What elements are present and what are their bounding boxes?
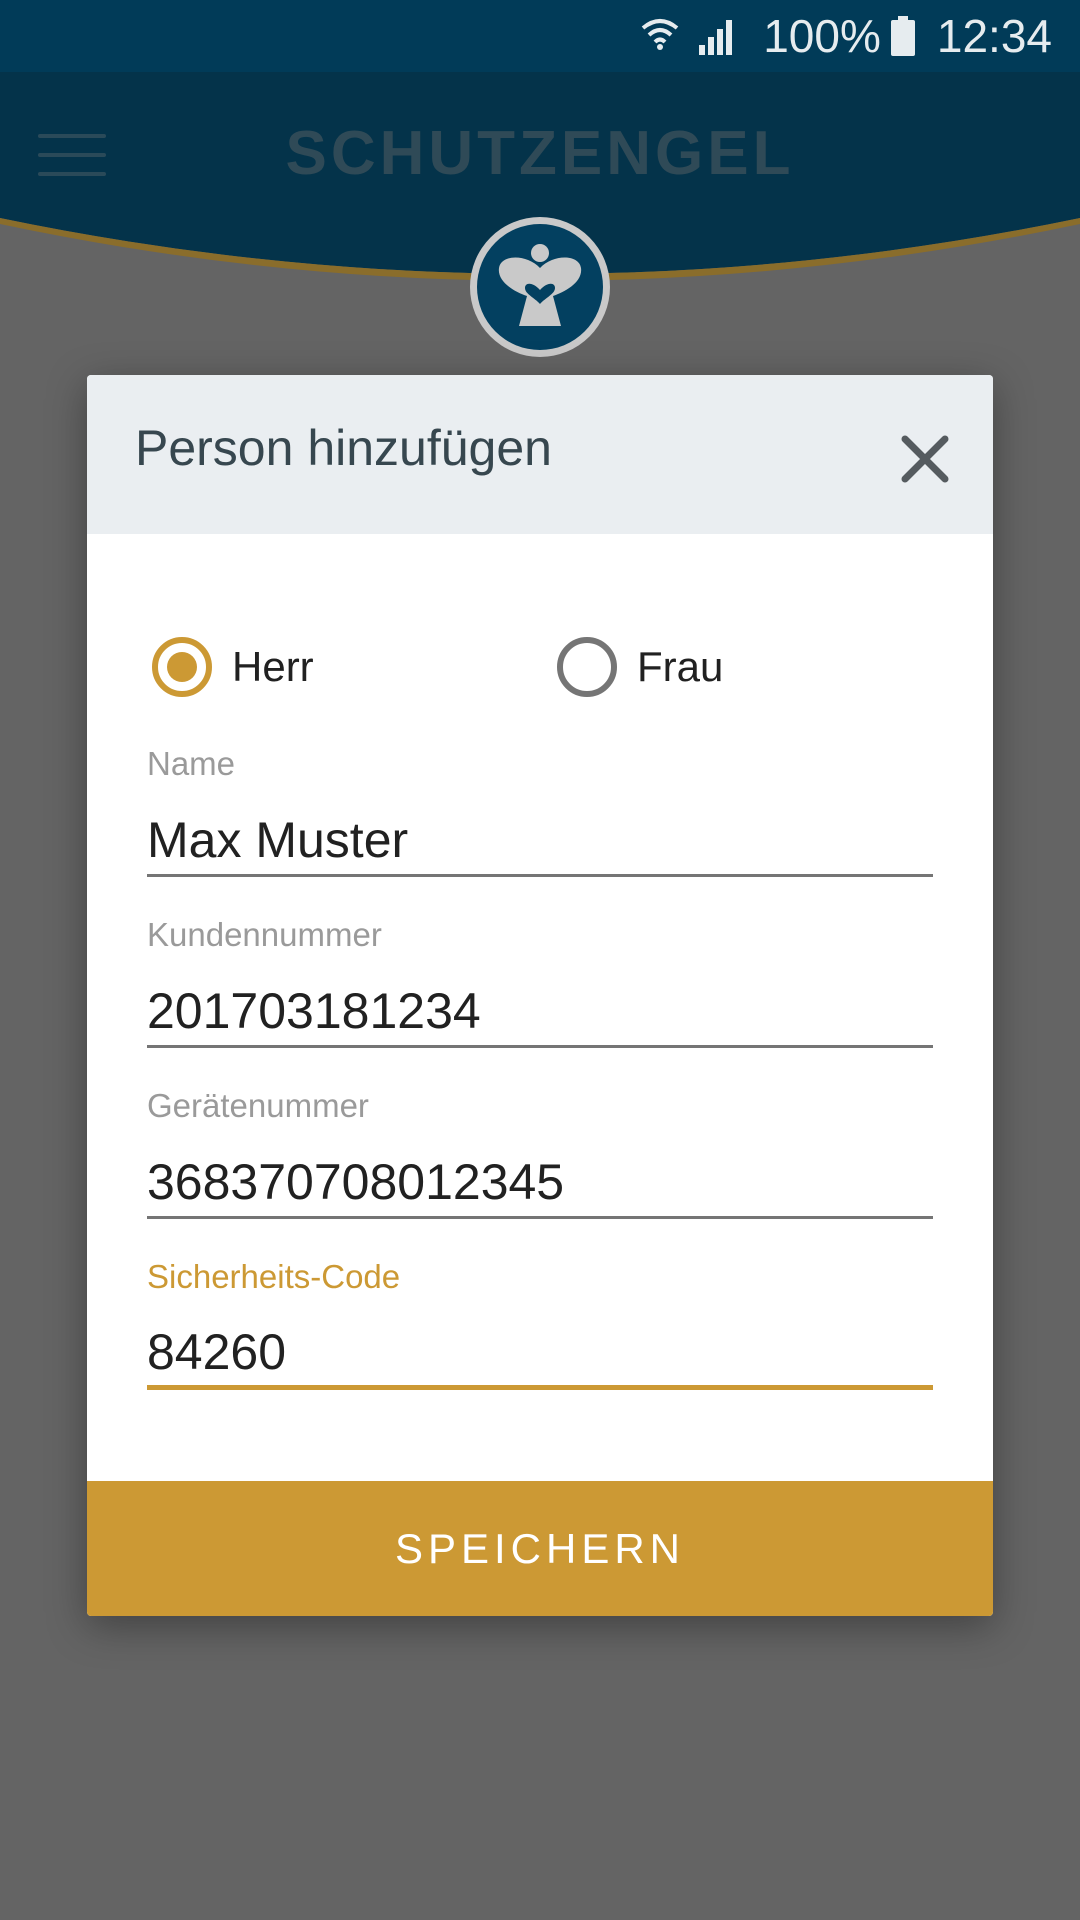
close-button[interactable] — [895, 429, 955, 489]
add-person-dialog: Person hinzufügen Herr Frau Name Kundenn… — [87, 375, 993, 1616]
geraetenummer-input[interactable] — [147, 1147, 933, 1219]
dialog-title: Person hinzufügen — [135, 420, 552, 476]
name-input[interactable] — [147, 805, 933, 877]
radio-unchecked-icon[interactable] — [557, 637, 617, 697]
sicherheitscode-label: Sicherheits-Code — [147, 1258, 401, 1295]
close-icon — [901, 435, 949, 483]
name-field: Name — [147, 745, 933, 885]
geraetenummer-label: Gerätenummer — [147, 1087, 369, 1124]
app-title: SCHUTZENGEL — [285, 119, 795, 188]
status-bar: 100% 12:34 — [0, 0, 1080, 72]
wifi-icon — [641, 16, 679, 56]
kundennummer-input[interactable] — [147, 976, 933, 1048]
clock: 12:34 — [936, 10, 1052, 62]
geraetenummer-field: Gerätenummer — [147, 1087, 933, 1227]
signal-icon — [697, 17, 737, 55]
sicherheitscode-input[interactable] — [147, 1318, 933, 1390]
kundennummer-field: Kundennummer — [147, 916, 933, 1056]
salutation-radio-group: Herr Frau — [152, 637, 952, 697]
radio-frau[interactable]: Frau — [557, 637, 723, 697]
battery-percentage: 100% — [763, 10, 881, 62]
radio-checked-icon[interactable] — [152, 637, 212, 697]
dialog-header: Person hinzufügen — [87, 375, 993, 534]
radio-herr[interactable]: Herr — [152, 637, 314, 697]
kundennummer-label: Kundennummer — [147, 916, 382, 953]
radio-frau-label: Frau — [637, 643, 724, 690]
sicherheitscode-field: Sicherheits-Code — [147, 1258, 933, 1398]
battery-icon — [890, 16, 915, 56]
name-label: Name — [147, 745, 236, 782]
radio-herr-label: Herr — [232, 643, 314, 690]
angel-icon — [470, 217, 610, 357]
save-button[interactable]: SPEICHERN — [87, 1481, 993, 1616]
